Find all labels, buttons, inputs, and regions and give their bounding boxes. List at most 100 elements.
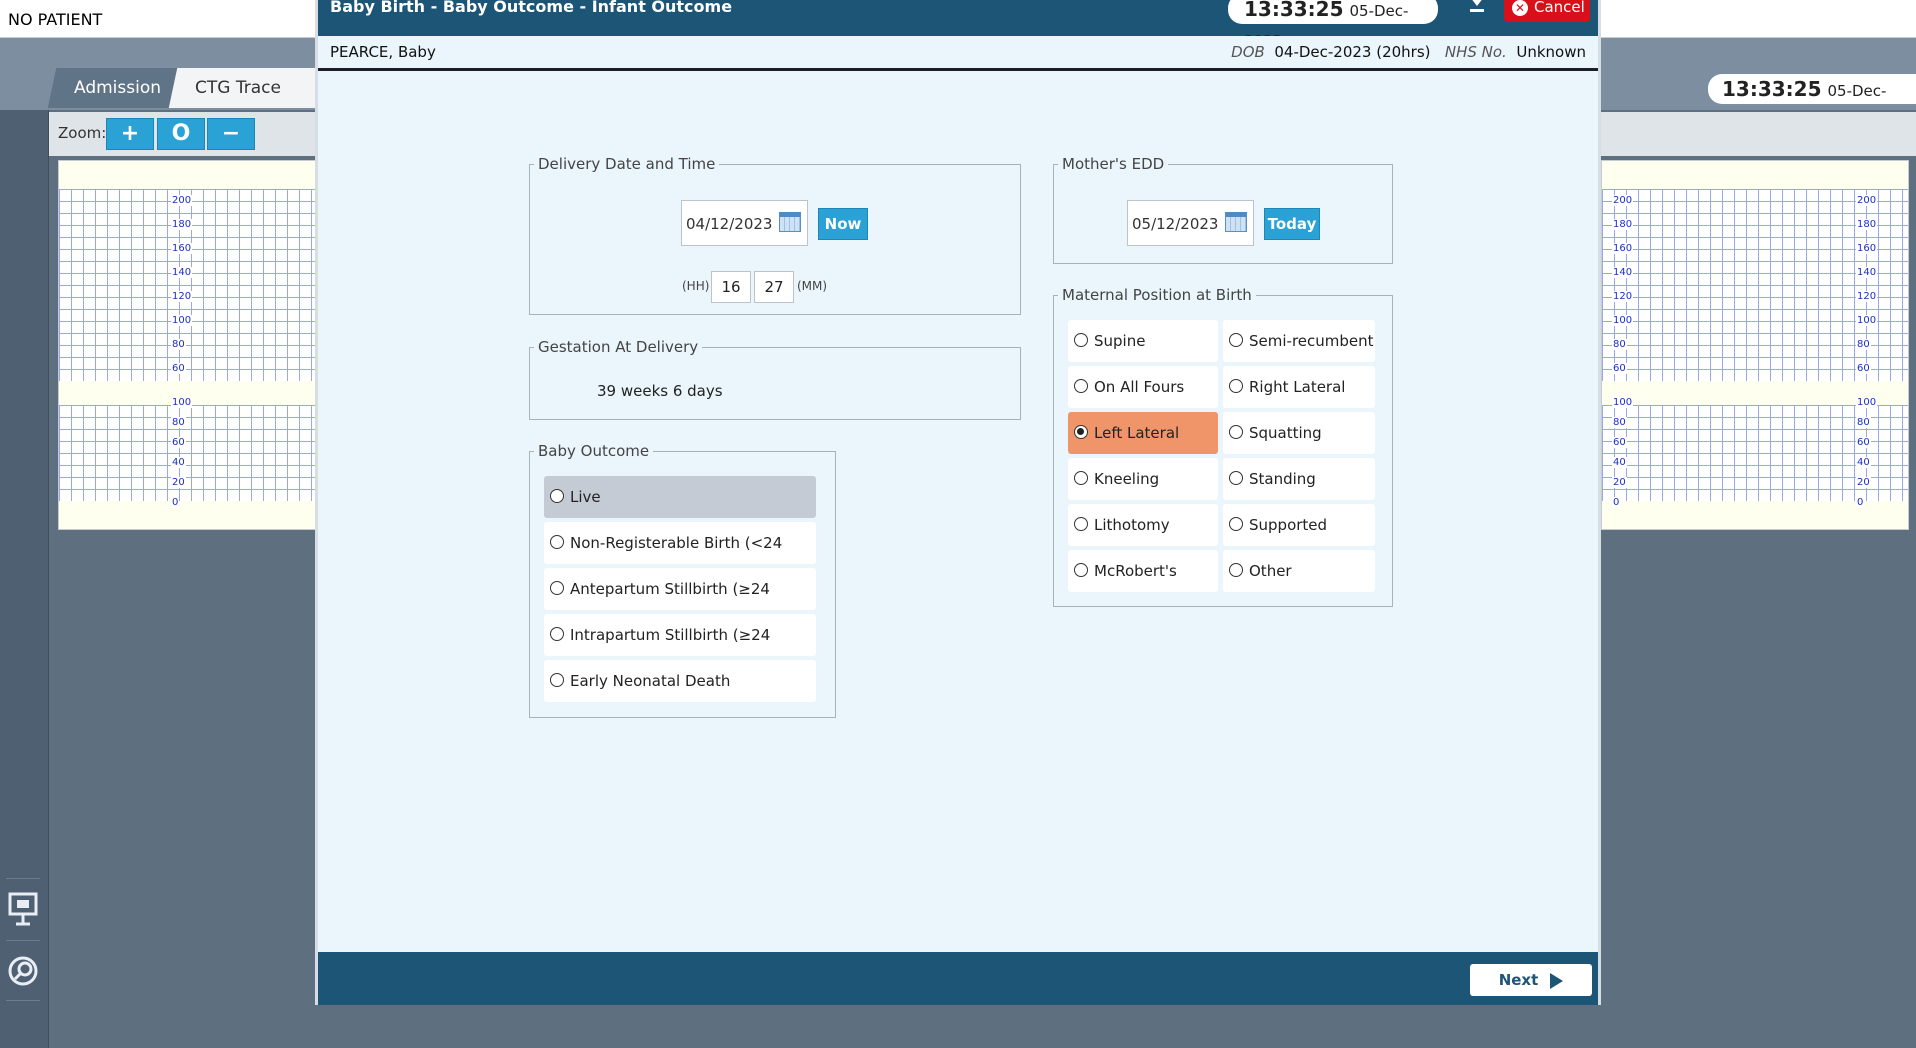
radio-icon[interactable] xyxy=(550,581,564,595)
baby-outcome-option[interactable]: Intrapartum Stillbirth (≥24 weeks) xyxy=(544,614,816,686)
ctg-scale-tick: 20 xyxy=(1612,477,1627,488)
dob-label: DOB xyxy=(1231,43,1265,61)
ctg-scale-tick: 120 xyxy=(1612,291,1634,302)
next-label: Next xyxy=(1498,971,1539,989)
radio-icon[interactable] xyxy=(1074,333,1088,347)
calendar-icon[interactable] xyxy=(779,212,801,232)
ctg-scale-tick: 0 xyxy=(1856,497,1865,508)
rail-divider xyxy=(6,878,40,879)
maternal-position-option[interactable]: Right Lateral xyxy=(1223,366,1375,408)
radio-icon[interactable] xyxy=(550,489,564,503)
zoom-out-button[interactable]: − xyxy=(207,118,255,150)
radio-icon[interactable] xyxy=(1074,379,1088,393)
ctg-grid xyxy=(59,189,317,501)
maternal-position-option[interactable]: Semi-recumbent xyxy=(1223,320,1375,362)
ctg-scale-tick: 160 xyxy=(1856,243,1878,254)
radio-icon[interactable] xyxy=(550,535,564,549)
zoom-in-button[interactable]: + xyxy=(106,118,154,150)
maternal-position-option[interactable]: On All Fours xyxy=(1068,366,1218,408)
maternal-position-option[interactable]: Supported Sitting xyxy=(1223,504,1375,576)
maternal-position-option[interactable]: McRobert's xyxy=(1068,550,1218,592)
zoom-label: Zoom: xyxy=(58,124,107,142)
maternal-position-option[interactable]: Left Lateral xyxy=(1068,412,1218,454)
ctg-scale-tick: 100 xyxy=(1856,315,1878,326)
maternal-position-option-label: Left Lateral xyxy=(1094,424,1180,442)
patient-banner: PEARCE, Baby DOB 04-Dec-2023 (20hrs) NHS… xyxy=(318,36,1598,71)
radio-icon[interactable] xyxy=(550,627,564,641)
radio-icon[interactable] xyxy=(1229,425,1243,439)
ctg-scale-tick: 100 xyxy=(171,397,193,408)
ctg-scale-tick: 160 xyxy=(1612,243,1634,254)
infant-outcome-dialog: Baby Birth - Baby Outcome - Infant Outco… xyxy=(315,0,1601,1005)
dob-value: 04-Dec-2023 (20hrs) xyxy=(1274,43,1431,61)
ctg-scale-tick: 180 xyxy=(1856,219,1878,230)
radio-icon[interactable] xyxy=(550,673,564,687)
ctg-scale-tick: 160 xyxy=(171,243,193,254)
radio-icon[interactable] xyxy=(1074,471,1088,485)
next-button[interactable]: Next xyxy=(1470,964,1592,996)
maternal-position-option[interactable]: Standing xyxy=(1223,458,1375,500)
radio-icon[interactable] xyxy=(1074,517,1088,531)
ctg-scale-tick: 140 xyxy=(171,267,193,278)
baby-outcome-legend: Baby Outcome xyxy=(538,442,650,460)
play-arrow-icon xyxy=(1550,972,1564,989)
app-clock: 13:33:2505-Dec-2023 xyxy=(1708,74,1916,130)
dialog-footer: Next xyxy=(318,952,1598,1005)
maternal-position-group: Maternal Position at Birth Supine Semi-re… xyxy=(1053,286,1393,607)
ctg-scale-tick: 120 xyxy=(171,291,193,302)
ctg-scale-tick: 60 xyxy=(171,437,186,448)
edd-date-value: 05/12/2023 xyxy=(1132,215,1219,233)
cancel-button[interactable]: ✕ Cancel xyxy=(1504,0,1590,22)
calendar-icon[interactable] xyxy=(1225,212,1247,232)
delivery-date-field[interactable]: 04/12/2023 xyxy=(681,200,808,246)
minute-input[interactable]: 27 xyxy=(754,271,794,303)
ctg-scale-tick: 40 xyxy=(1856,457,1871,468)
presentation-icon[interactable] xyxy=(6,892,40,926)
maternal-position-option[interactable]: Kneeling xyxy=(1068,458,1218,500)
ctg-scale-tick: 140 xyxy=(1856,267,1878,278)
radio-icon[interactable] xyxy=(1229,471,1243,485)
radio-icon[interactable] xyxy=(1229,379,1243,393)
ctg-scale-tick: 100 xyxy=(171,315,193,326)
ctg-scale-tick: 120 xyxy=(1856,291,1878,302)
edd-date-field[interactable]: 05/12/2023 xyxy=(1127,200,1254,246)
baby-outcome-option[interactable]: Non-Registerable Birth (<24 weeks) xyxy=(544,522,816,594)
maternal-position-option-label: Standing xyxy=(1249,470,1316,488)
dialog-clock-time: 13:33:25 xyxy=(1244,0,1344,21)
gestation-group: Gestation At Delivery 39 weeks 6 days xyxy=(529,338,1021,420)
rail-divider xyxy=(6,940,40,941)
cancel-label: Cancel xyxy=(1534,0,1585,16)
maternal-position-option-label: Squatting xyxy=(1249,424,1322,442)
maternal-position-option[interactable]: Lithotomy xyxy=(1068,504,1218,546)
maternal-position-option[interactable]: Supine xyxy=(1068,320,1218,362)
zoom-reset-button[interactable]: O xyxy=(157,118,205,150)
radio-icon[interactable] xyxy=(1229,517,1243,531)
radio-icon[interactable] xyxy=(1229,333,1243,347)
nhs-value: Unknown xyxy=(1516,43,1586,61)
download-icon[interactable] xyxy=(1468,0,1486,18)
tab-admission-label: Admission xyxy=(74,78,162,98)
dialog-clock: 13:33:2505-Dec-2023 xyxy=(1228,0,1438,50)
radio-icon[interactable] xyxy=(1074,563,1088,577)
ctg-scale-tick: 100 xyxy=(1612,397,1634,408)
baby-outcome-option[interactable]: Antepartum Stillbirth (≥24 weeks) xyxy=(544,568,816,640)
delivery-date-value: 04/12/2023 xyxy=(686,215,773,233)
maternal-position-option[interactable]: Other xyxy=(1223,550,1375,592)
radio-icon[interactable] xyxy=(1229,563,1243,577)
radio-icon[interactable] xyxy=(1074,425,1088,439)
hour-input[interactable]: 16 xyxy=(711,271,751,303)
ctg-scale-tick: 60 xyxy=(1612,363,1627,374)
now-button[interactable]: Now xyxy=(818,208,868,240)
baby-outcome-option[interactable]: Early Neonatal Death xyxy=(544,660,816,702)
hh-label: (HH) xyxy=(682,279,710,293)
ctg-scale-tick: 180 xyxy=(1612,219,1634,230)
app-clock-time: 13:33:25 xyxy=(1722,77,1822,101)
ctg-scale-tick: 60 xyxy=(1856,363,1871,374)
ctg-scale-tick: 0 xyxy=(1612,497,1621,508)
search-icon[interactable] xyxy=(6,955,40,989)
edd-legend: Mother's EDD xyxy=(1062,155,1165,173)
today-button[interactable]: Today xyxy=(1264,208,1320,240)
baby-outcome-option[interactable]: Live xyxy=(544,476,816,518)
maternal-position-option[interactable]: Squatting xyxy=(1223,412,1375,454)
ctg-scale-tick: 60 xyxy=(1856,437,1871,448)
